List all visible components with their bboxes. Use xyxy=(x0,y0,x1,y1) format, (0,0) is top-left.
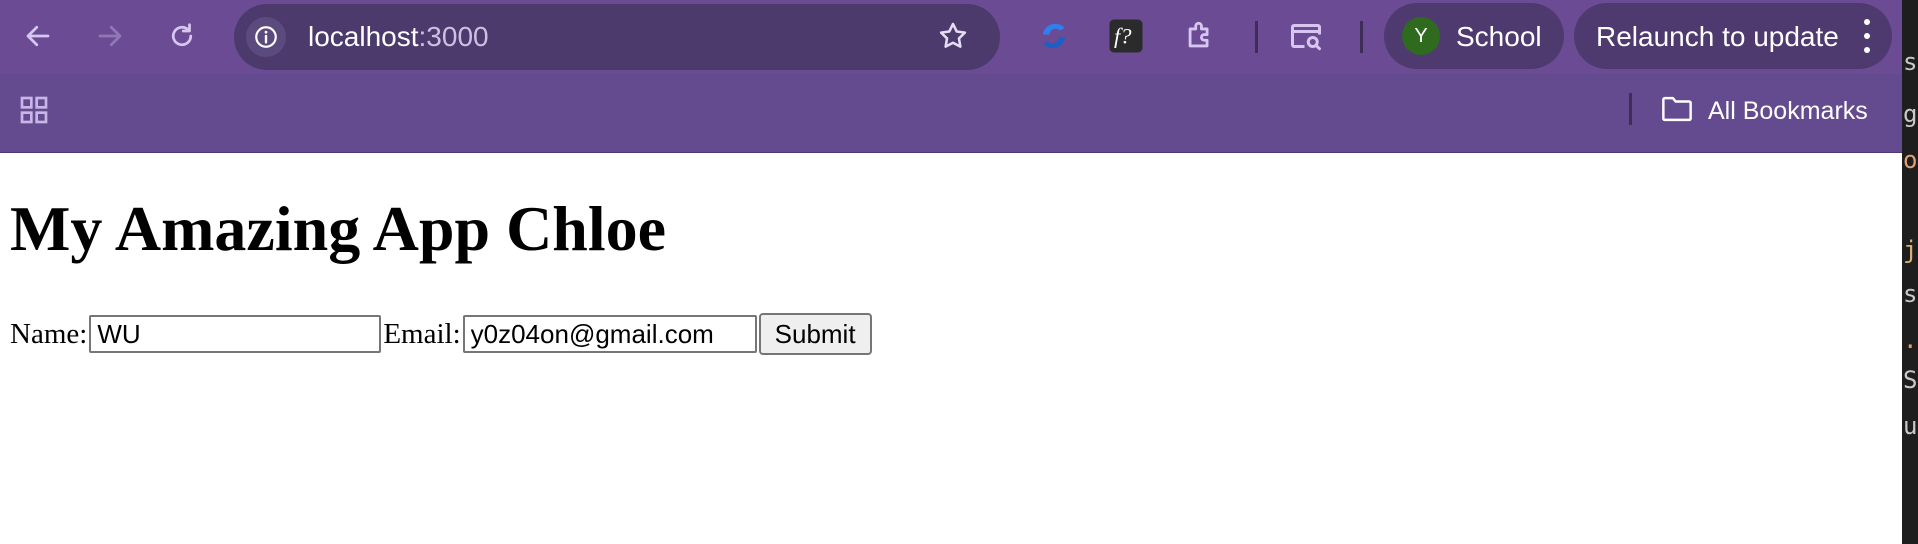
sliver-text: ou xyxy=(1903,146,1918,174)
profile-button[interactable]: Y School xyxy=(1384,3,1564,69)
folder-icon xyxy=(1660,94,1694,129)
name-label: Name: xyxy=(10,317,88,350)
sliver-text: .r xyxy=(1903,326,1918,354)
bookmarks-separator xyxy=(1629,93,1632,125)
star-icon[interactable] xyxy=(936,19,970,58)
name-input[interactable] xyxy=(89,315,382,353)
svg-text:f?: f? xyxy=(1114,24,1132,49)
email-label: Email: xyxy=(383,317,461,350)
reload-icon[interactable] xyxy=(162,16,202,56)
url-port: :3000 xyxy=(418,21,489,52)
extension-swirl-icon[interactable] xyxy=(1034,16,1074,56)
sliver-text: g xyxy=(1903,100,1918,128)
menu-kebab-icon[interactable] xyxy=(1862,19,1872,53)
apps-grid-icon[interactable] xyxy=(18,94,50,131)
extension-fx-icon[interactable]: f? xyxy=(1106,16,1146,56)
relaunch-label: Relaunch to update xyxy=(1596,21,1839,52)
tab-search-icon[interactable] xyxy=(1286,16,1326,56)
page-content: My Amazing App Chloe Name: Email: Submit xyxy=(0,153,1902,544)
sliver-text: u xyxy=(1903,412,1918,440)
submit-button[interactable]: Submit xyxy=(758,313,872,355)
email-input[interactable] xyxy=(462,315,757,353)
background-window-sliver: s g ou js s .r S u xyxy=(1902,0,1918,544)
url-host: localhost xyxy=(308,21,419,52)
toolbar-separator xyxy=(1360,21,1363,53)
url-text[interactable]: localhost:3000 xyxy=(308,21,489,53)
all-bookmarks-label: All Bookmarks xyxy=(1708,96,1868,125)
sliver-text: s xyxy=(1903,280,1918,308)
info-icon[interactable] xyxy=(246,17,286,57)
address-bar[interactable]: localhost:3000 xyxy=(234,4,1000,70)
signup-form: Name: Email: Submit xyxy=(10,313,872,355)
all-bookmarks-button[interactable]: All Bookmarks xyxy=(1660,92,1868,130)
profile-name: School xyxy=(1456,21,1542,52)
forward-arrow-icon[interactable] xyxy=(90,16,130,56)
avatar: Y xyxy=(1402,17,1440,55)
page-title: My Amazing App Chloe xyxy=(10,193,667,264)
sliver-text: S xyxy=(1903,366,1918,394)
browser-toolbar: localhost:3000 f? Y School Relaunch to u… xyxy=(0,0,1902,74)
back-arrow-icon[interactable] xyxy=(18,16,58,56)
extensions-puzzle-icon[interactable] xyxy=(1180,16,1220,56)
relaunch-button[interactable]: Relaunch to update xyxy=(1574,3,1892,69)
bookmarks-bar: All Bookmarks xyxy=(0,74,1902,153)
toolbar-separator xyxy=(1255,21,1258,53)
sliver-text: s xyxy=(1903,48,1918,76)
sliver-text: js xyxy=(1903,236,1918,264)
